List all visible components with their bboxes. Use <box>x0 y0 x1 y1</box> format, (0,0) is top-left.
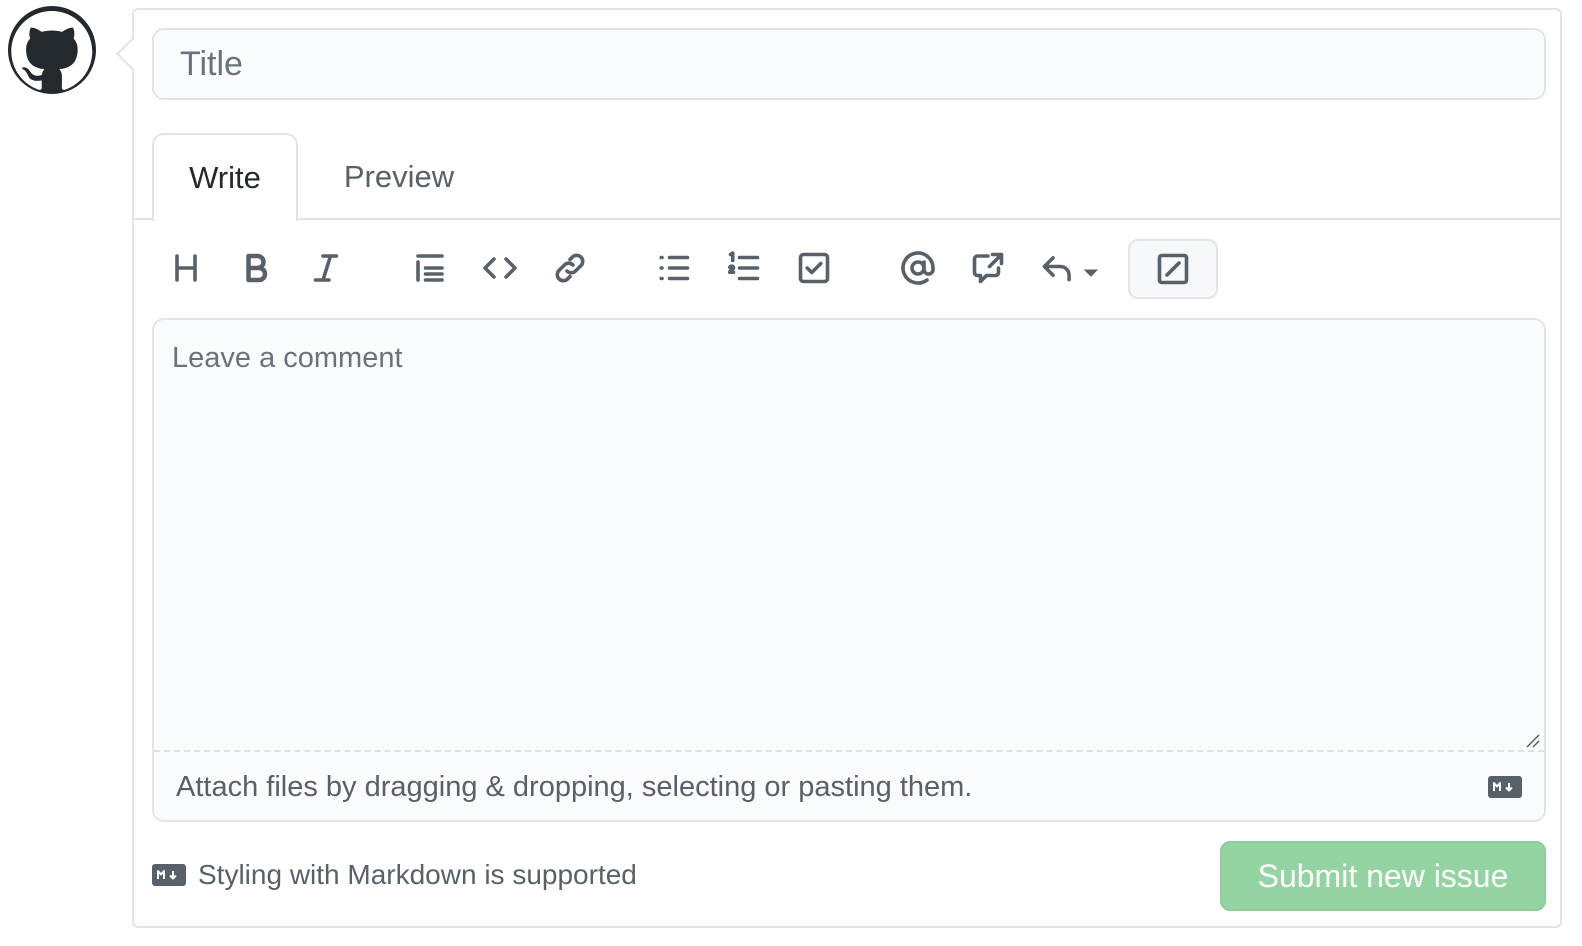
unordered-list-button[interactable] <box>644 238 704 298</box>
markdown-icon <box>152 864 186 886</box>
link-button[interactable] <box>540 238 600 298</box>
code-button[interactable] <box>470 238 530 298</box>
markdown-icon[interactable] <box>1488 776 1522 798</box>
attach-files-label: Attach files by dragging & dropping, sel… <box>176 770 973 803</box>
comment-textarea[interactable] <box>154 320 1544 750</box>
heading-icon <box>175 254 197 282</box>
resize-handle-icon[interactable] <box>1524 732 1540 748</box>
bold-icon <box>246 253 268 283</box>
fullscreen-button[interactable] <box>1128 239 1218 299</box>
issue-title-input[interactable] <box>152 28 1546 100</box>
saved-replies-button[interactable] <box>1036 238 1108 298</box>
tab-write[interactable]: Write <box>152 133 298 221</box>
link-icon <box>555 253 585 283</box>
file-attach-bar[interactable]: Attach files by dragging & dropping, sel… <box>154 750 1544 820</box>
submit-new-issue-button[interactable]: Submit new issue <box>1220 841 1546 911</box>
tasklist-icon <box>798 252 830 284</box>
comment-editor: Attach files by dragging & dropping, sel… <box>152 318 1546 822</box>
italic-button[interactable] <box>296 238 356 298</box>
bold-button[interactable] <box>226 238 286 298</box>
heading-button[interactable] <box>156 238 216 298</box>
cross-reference-button[interactable] <box>958 238 1018 298</box>
mention-button[interactable] <box>888 238 948 298</box>
ordered-list-icon <box>727 251 760 281</box>
cross-reference-icon <box>972 252 1004 284</box>
code-icon <box>483 257 517 279</box>
quote-icon <box>416 254 444 282</box>
markdown-support-label: Styling with Markdown is supported <box>198 859 637 890</box>
italic-icon <box>313 254 339 282</box>
mention-icon <box>901 251 935 285</box>
tasklist-button[interactable] <box>784 238 844 298</box>
tab-preview[interactable]: Preview <box>324 133 474 220</box>
unordered-list-icon <box>659 255 690 281</box>
markdown-support-link[interactable]: Styling with Markdown is supported <box>152 858 637 892</box>
user-avatar[interactable] <box>8 6 96 94</box>
new-issue-form: Write Preview <box>132 8 1562 928</box>
ordered-list-button[interactable] <box>714 238 774 298</box>
reply-icon <box>1042 256 1099 282</box>
quote-button[interactable] <box>400 238 460 298</box>
fullscreen-icon <box>1157 253 1189 285</box>
github-octocat-icon <box>11 10 93 90</box>
